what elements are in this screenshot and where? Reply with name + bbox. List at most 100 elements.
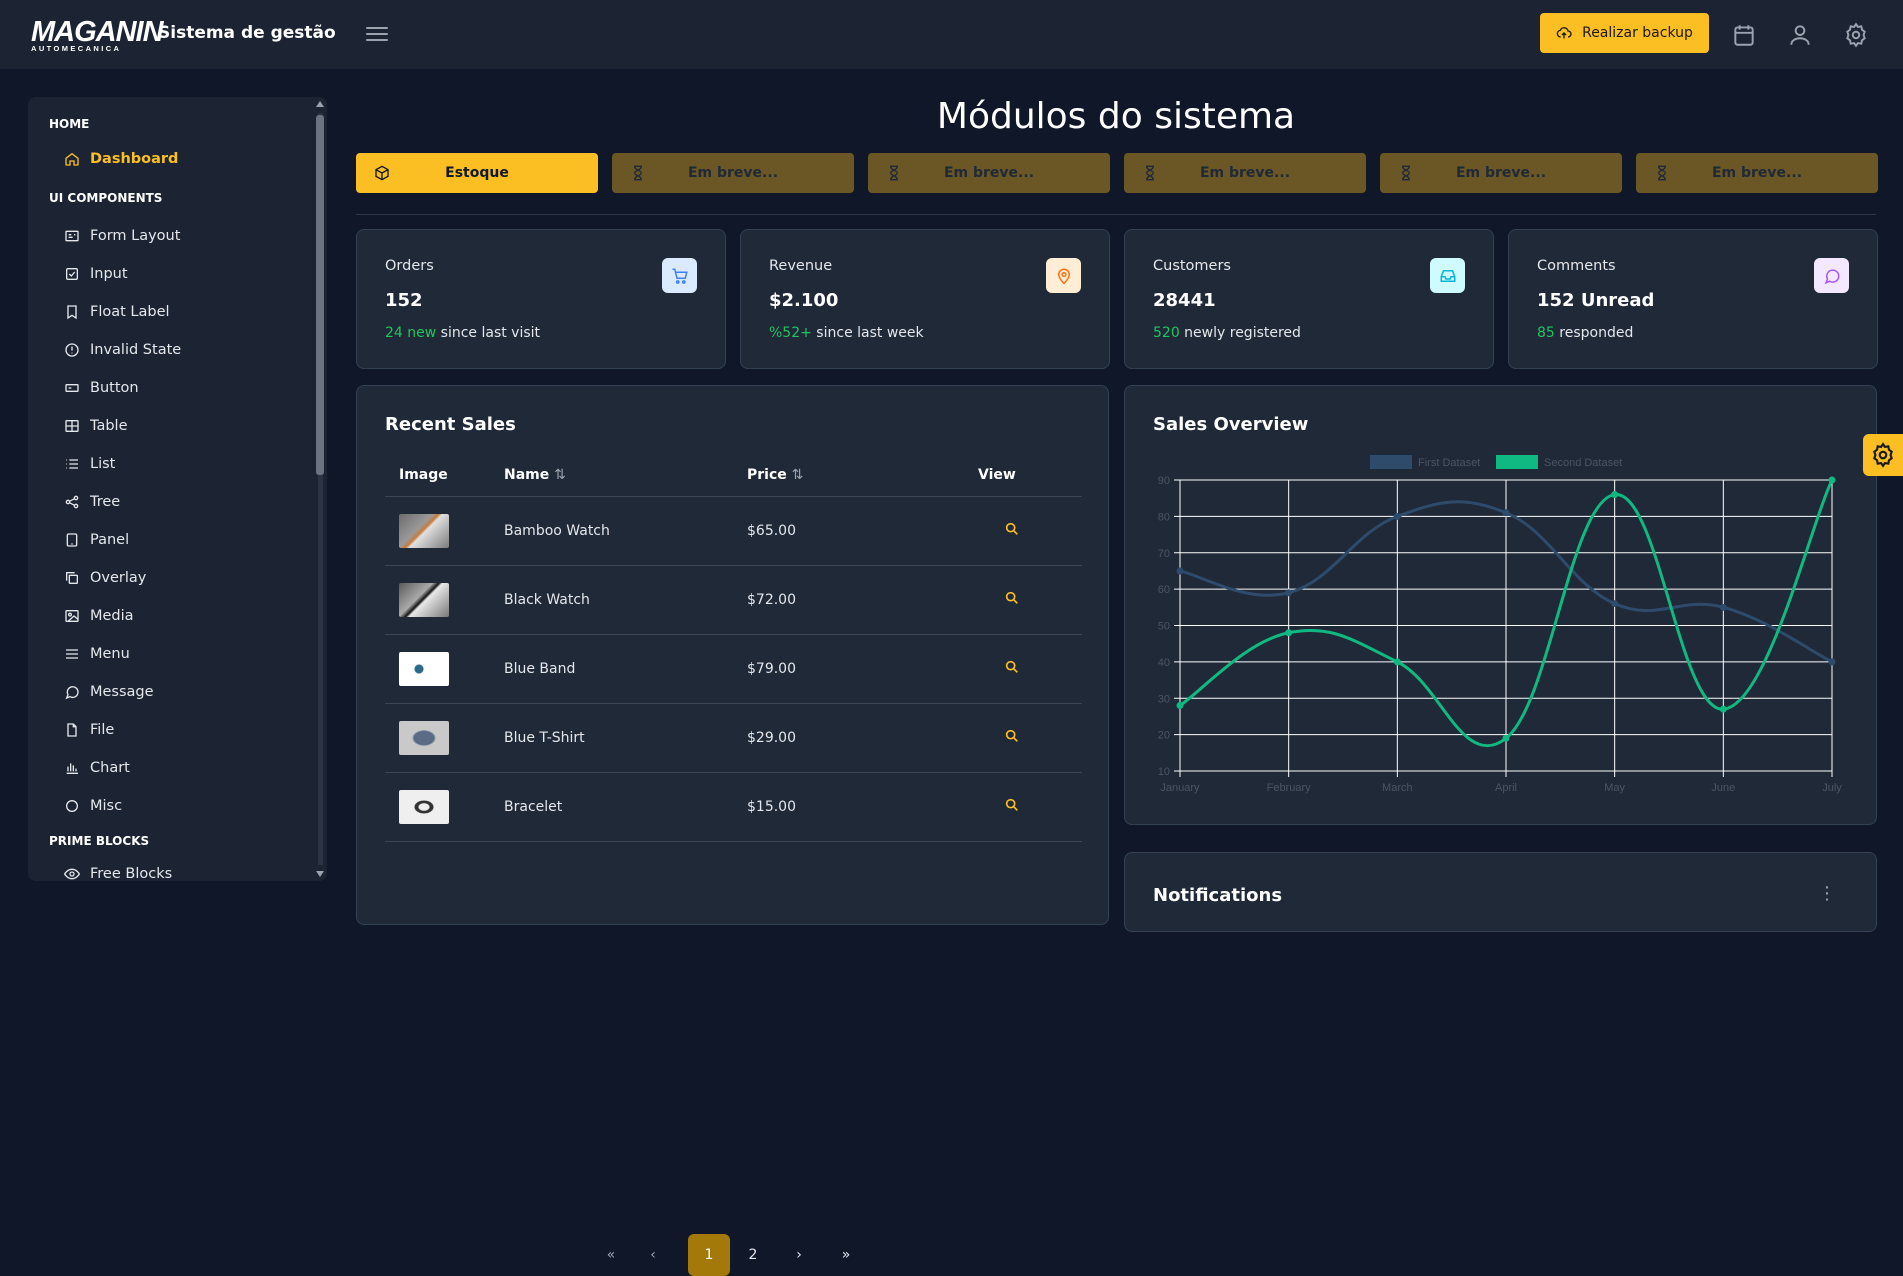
user-icon[interactable] <box>1787 22 1813 48</box>
module-tab-3[interactable]: Em breve... <box>868 153 1110 193</box>
sidebar-item-label: Media <box>90 608 134 624</box>
scroll-up-arrow-icon[interactable] <box>316 101 324 107</box>
scroll-down-arrow-icon[interactable] <box>316 871 324 877</box>
product-price: $65.00 <box>733 496 978 566</box>
sidebar-item-label: Dashboard <box>90 151 179 167</box>
page-button-2[interactable]: 2 <box>732 1234 774 1276</box>
data-point[interactable] <box>1719 705 1727 713</box>
data-point[interactable] <box>1828 658 1836 666</box>
data-point[interactable] <box>1393 658 1401 666</box>
image-icon <box>65 610 79 622</box>
stat-card-orders: Orders 152 24 new since last visit <box>356 229 726 369</box>
data-point[interactable] <box>1176 702 1184 710</box>
table-row[interactable]: Blue Band $79.00 <box>385 634 1082 704</box>
module-tab-1[interactable]: Estoque <box>356 153 598 193</box>
module-tab-4[interactable]: Em breve... <box>1124 153 1366 193</box>
stat-label: Comments <box>1537 258 1616 274</box>
y-tick-label: 70 <box>1158 548 1170 560</box>
bookmark-icon <box>67 305 77 320</box>
prev-page-button[interactable]: ‹ <box>632 1234 674 1276</box>
sidebar-item-message[interactable]: Message <box>64 677 154 707</box>
search-icon[interactable] <box>1004 728 1020 744</box>
last-page-button[interactable]: » <box>825 1234 867 1276</box>
legend-swatch[interactable] <box>1496 455 1538 469</box>
data-point[interactable] <box>1828 476 1836 484</box>
sidebar-item-list[interactable]: List <box>64 449 115 479</box>
table-row[interactable]: Blue T-Shirt $29.00 <box>385 703 1082 773</box>
page-button-1[interactable]: 1 <box>688 1234 730 1276</box>
sidebar-item-media[interactable]: Media <box>64 601 134 631</box>
menu-toggle-button[interactable] <box>364 23 390 45</box>
sidebar-item-chart[interactable]: Chart <box>64 753 130 783</box>
data-point[interactable] <box>1502 509 1510 517</box>
first-page-button[interactable]: « <box>590 1234 632 1276</box>
layout-config-button[interactable] <box>1863 434 1903 476</box>
column-header-price[interactable]: Price ⇅ <box>733 454 978 497</box>
data-point[interactable] <box>1611 491 1619 499</box>
next-page-button[interactable]: › <box>778 1234 820 1276</box>
more-options-icon[interactable]: ⋮ <box>1818 885 1836 903</box>
view-cell <box>978 565 1082 635</box>
sidebar-item-form-layout[interactable]: Form Layout <box>64 221 180 251</box>
sidebar-item-button[interactable]: Button <box>64 373 139 403</box>
data-point[interactable] <box>1719 603 1727 611</box>
product-name: Blue Band <box>490 634 733 704</box>
logo[interactable]: MAGANIN AUTOMECANICA <box>31 18 164 53</box>
sidebar-item-overlay[interactable]: Overlay <box>64 563 146 593</box>
bars-icon <box>66 649 78 659</box>
module-tab-6[interactable]: Em breve... <box>1636 153 1878 193</box>
table-row[interactable]: Bracelet $15.00 <box>385 772 1082 842</box>
module-tab-label: Em breve... <box>687 165 779 181</box>
module-tab-5[interactable]: Em breve... <box>1380 153 1622 193</box>
legend-label[interactable]: Second Dataset <box>1544 457 1622 469</box>
sidebar-item-input[interactable]: Input <box>64 259 128 289</box>
sidebar-item-free-blocks[interactable]: Free Blocks <box>64 859 172 881</box>
data-point[interactable] <box>1611 600 1619 608</box>
column-header-view: View <box>978 454 1082 497</box>
data-point[interactable] <box>1285 629 1293 637</box>
sidebar-item-misc[interactable]: Misc <box>64 791 122 821</box>
y-tick-label: 20 <box>1158 730 1170 742</box>
sidebar-item-table[interactable]: Table <box>64 411 128 441</box>
data-point[interactable] <box>1285 589 1293 597</box>
table-row[interactable]: Bamboo Watch $65.00 <box>385 496 1082 566</box>
scrollbar-thumb[interactable] <box>316 115 324 475</box>
map-marker-icon <box>1057 268 1070 285</box>
data-point[interactable] <box>1176 567 1184 575</box>
stat-label: Orders <box>385 258 434 274</box>
legend-swatch[interactable] <box>1370 455 1412 469</box>
comment-icon <box>1824 268 1840 284</box>
product-image-cell <box>385 634 490 704</box>
module-tab-2[interactable]: Em breve... <box>612 153 854 193</box>
sidebar-scrollbar[interactable] <box>315 97 325 881</box>
search-icon[interactable] <box>1004 659 1020 675</box>
sidebar-item-invalid-state[interactable]: Invalid State <box>64 335 181 365</box>
backup-button[interactable]: Realizar backup <box>1540 13 1709 53</box>
sidebar-item-tree[interactable]: Tree <box>64 487 120 517</box>
sidebar-item-label: Table <box>90 418 128 434</box>
sidebar-item-panel[interactable]: Panel <box>64 525 129 555</box>
calendar-icon[interactable] <box>1731 22 1757 48</box>
x-tick-label: May <box>1604 782 1625 794</box>
table-row[interactable]: Black Watch $72.00 <box>385 565 1082 635</box>
eye-icon <box>64 868 80 880</box>
stat-note: responded <box>1554 325 1634 341</box>
search-icon[interactable] <box>1004 521 1020 537</box>
sort-icon[interactable]: ⇅ <box>792 467 804 483</box>
sidebar-item-dashboard[interactable]: Dashboard <box>64 144 178 174</box>
sidebar-item-float-label[interactable]: Float Label <box>64 297 170 327</box>
settings-icon[interactable] <box>1843 22 1869 48</box>
sort-icon[interactable]: ⇅ <box>554 467 566 483</box>
search-icon[interactable] <box>1004 590 1020 606</box>
data-point[interactable] <box>1502 734 1510 742</box>
stat-footnote: 24 new since last visit <box>385 325 540 341</box>
clone-icon <box>66 572 78 584</box>
column-header-name[interactable]: Name ⇅ <box>490 454 733 497</box>
data-point[interactable] <box>1393 512 1401 520</box>
sidebar-item-file[interactable]: File <box>64 715 114 745</box>
legend-label[interactable]: First Dataset <box>1418 457 1480 469</box>
search-icon[interactable] <box>1004 797 1020 813</box>
sidebar-item-label: Form Layout <box>90 228 181 244</box>
sidebar-item-menu[interactable]: Menu <box>64 639 130 669</box>
product-name: Bamboo Watch <box>490 496 733 566</box>
